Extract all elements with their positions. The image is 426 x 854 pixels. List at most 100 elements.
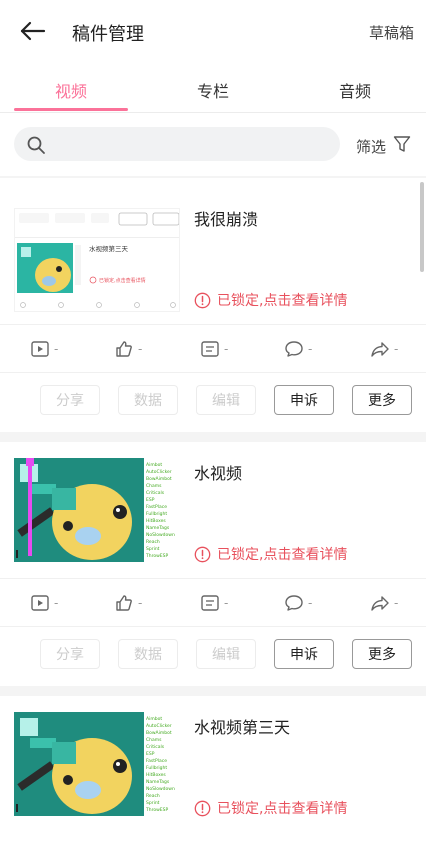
svg-text:Fullbright: Fullbright [146, 765, 167, 771]
svg-text:Sprint: Sprint [146, 546, 160, 552]
drafts-button[interactable]: 草稿箱 [369, 22, 414, 43]
video-thumbnail[interactable]: 水视频第三天 已锁定,点击查看详情 [14, 208, 180, 312]
likes-stat: - [114, 593, 142, 613]
search-icon [27, 136, 45, 154]
search-input[interactable] [14, 127, 340, 161]
tab-audio[interactable]: 音频 [284, 78, 426, 102]
svg-text:FastPlace: FastPlace [146, 504, 167, 510]
data-button[interactable]: 数据 [118, 639, 178, 669]
svg-text:ESP: ESP [146, 497, 155, 503]
thumbs-up-icon [116, 595, 132, 611]
play-icon [31, 341, 49, 357]
video-title[interactable]: 水视频第三天 [194, 714, 290, 738]
svg-text:水视频第三天: 水视频第三天 [89, 244, 129, 253]
share-icon [371, 596, 389, 611]
share-button[interactable]: 分享 [40, 639, 100, 669]
svg-text:NameTags: NameTags [146, 525, 170, 531]
filter-icon[interactable] [393, 135, 411, 153]
comment-icon [285, 341, 303, 357]
danmaku-icon [201, 595, 219, 611]
shares-stat: - [370, 593, 398, 613]
svg-text:Reach: Reach [146, 793, 160, 799]
back-button[interactable] [18, 18, 48, 44]
svg-text:Criticals: Criticals [146, 744, 165, 750]
arrow-left-icon [20, 21, 46, 41]
thumbs-up-icon [116, 341, 132, 357]
svg-text:ThrowESP: ThrowESP [145, 807, 168, 813]
svg-text:Sprint: Sprint [146, 800, 160, 806]
comments-stat: - [284, 593, 312, 613]
danmaku-icon [201, 341, 219, 357]
info-circle-icon [194, 546, 211, 562]
svg-text:HitBoxes: HitBoxes [146, 518, 166, 524]
svg-text:BowAimbot: BowAimbot [146, 730, 172, 736]
search-bar: 筛选 [0, 112, 426, 176]
share-icon [371, 342, 389, 357]
tab-indicator [14, 108, 128, 111]
svg-text:BowAimbot: BowAimbot [146, 476, 172, 482]
svg-text:NoSlowdown: NoSlowdown [146, 786, 175, 792]
appeal-button[interactable]: 申诉 [274, 385, 334, 415]
minecraft-thumbnail-image: Aimbot AutoClicker BowAimbot Chams Criti… [14, 458, 180, 562]
comment-icon [285, 595, 303, 611]
svg-text:Chams: Chams [146, 737, 162, 743]
svg-text:HitBoxes: HitBoxes [146, 772, 166, 778]
info-circle-icon [194, 800, 211, 816]
svg-text:ESP: ESP [146, 751, 155, 757]
locked-text: 已锁定,点击查看详情 [217, 801, 348, 817]
comments-stat: - [284, 339, 312, 359]
locked-text: 已锁定,点击查看详情 [217, 547, 348, 563]
data-button[interactable]: 数据 [118, 385, 178, 415]
video-card[interactable]: Aimbot AutoClicker BowAimbot Chams Criti… [0, 696, 426, 854]
danmaku-stat: - [200, 339, 228, 359]
actions-row: 分享 数据 编辑 申诉 更多 [0, 626, 426, 680]
locked-text: 已锁定,点击查看详情 [217, 293, 348, 309]
more-button[interactable]: 更多 [352, 385, 412, 415]
locked-status[interactable]: 已锁定,点击查看详情 [194, 290, 347, 310]
locked-status[interactable]: 已锁定,点击查看详情 [194, 798, 347, 818]
play-icon [31, 595, 49, 611]
appeal-button[interactable]: 申诉 [274, 639, 334, 669]
filter-button[interactable]: 筛选 [356, 136, 386, 157]
svg-text:AutoClicker: AutoClicker [146, 723, 172, 729]
tab-bar: 视频 专栏 音频 [0, 62, 426, 112]
svg-text:NoSlowdown: NoSlowdown [146, 532, 175, 538]
stats-row: - - - - - [0, 324, 426, 372]
likes-stat: - [114, 339, 142, 359]
locked-status[interactable]: 已锁定,点击查看详情 [194, 544, 347, 564]
video-title[interactable]: 水视频 [194, 460, 242, 484]
video-card[interactable]: 水视频第三天 已锁定,点击查看详情 我很崩溃 已锁定,点击查看详情 - - - … [0, 178, 426, 432]
svg-text:ThrowESP: ThrowESP [145, 553, 168, 559]
plays-stat: - [30, 339, 58, 359]
svg-text:Chams: Chams [146, 483, 162, 489]
svg-text:已锁定,点击查看详情: 已锁定,点击查看详情 [99, 277, 146, 284]
edit-button[interactable]: 编辑 [196, 385, 256, 415]
more-button[interactable]: 更多 [352, 639, 412, 669]
top-bar: 稿件管理 草稿箱 [0, 0, 426, 62]
svg-text:Aimbot: Aimbot [146, 462, 162, 468]
video-card[interactable]: Aimbot AutoClicker BowAimbot Chams Criti… [0, 442, 426, 686]
svg-text:Fullbright: Fullbright [146, 511, 167, 517]
svg-text:Aimbot: Aimbot [146, 716, 162, 722]
video-thumbnail[interactable]: Aimbot AutoClicker BowAimbot Chams Criti… [14, 712, 180, 816]
scrollbar[interactable] [420, 182, 424, 272]
tab-video[interactable]: 视频 [0, 78, 142, 102]
edit-button[interactable]: 编辑 [196, 639, 256, 669]
share-button[interactable]: 分享 [40, 385, 100, 415]
minecraft-thumbnail-image: Aimbot AutoClicker BowAimbot Chams Criti… [14, 712, 180, 816]
info-circle-icon [194, 292, 211, 308]
screenshot-thumbnail-image: 水视频第三天 已锁定,点击查看详情 [15, 209, 179, 311]
svg-text:Reach: Reach [146, 539, 160, 545]
svg-text:Criticals: Criticals [146, 490, 165, 496]
svg-text:FastPlace: FastPlace [146, 758, 167, 764]
svg-text:NameTags: NameTags [146, 779, 170, 785]
video-title[interactable]: 我很崩溃 [194, 206, 258, 230]
tab-column[interactable]: 专栏 [142, 78, 284, 102]
stats-row: - - - - - [0, 578, 426, 626]
danmaku-stat: - [200, 593, 228, 613]
video-thumbnail[interactable]: Aimbot AutoClicker BowAimbot Chams Criti… [14, 458, 180, 562]
plays-stat: - [30, 593, 58, 613]
actions-row: 分享 数据 编辑 申诉 更多 [0, 372, 426, 426]
page-title: 稿件管理 [72, 24, 144, 45]
shares-stat: - [370, 339, 398, 359]
